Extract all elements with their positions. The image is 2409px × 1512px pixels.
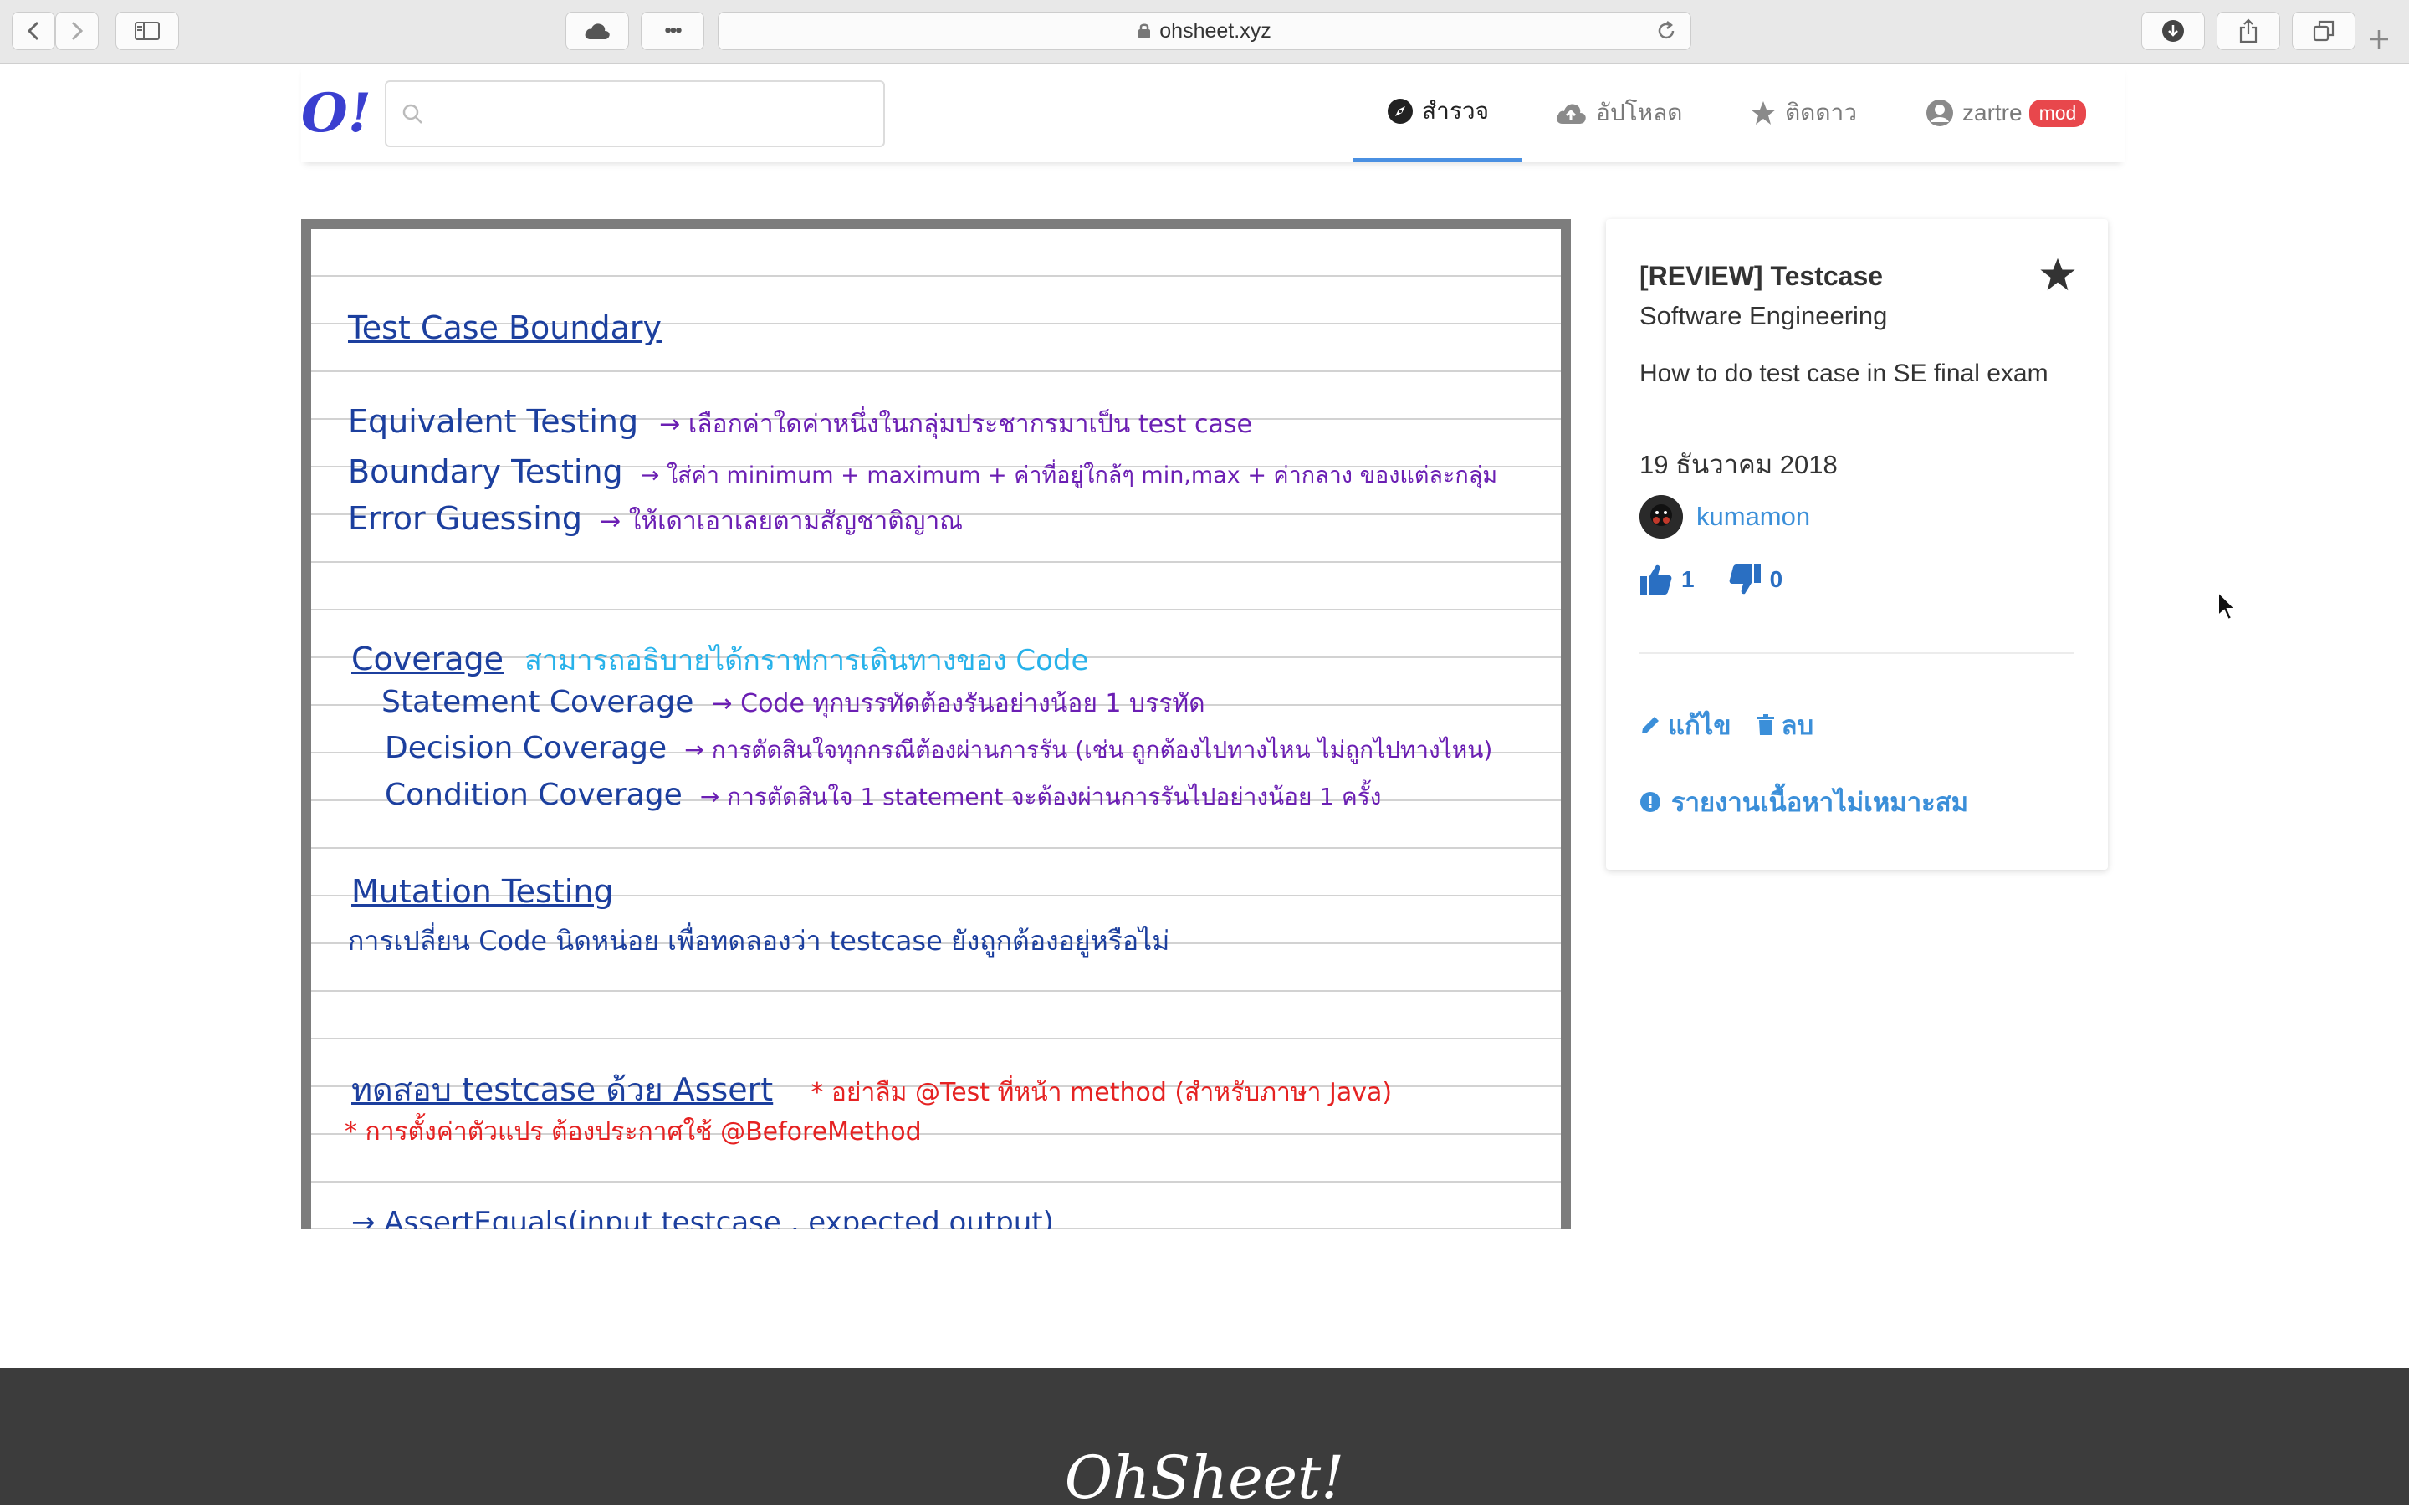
star-icon [1751,101,1776,125]
user-circle-icon [1926,100,1953,126]
thumbs-up-icon[interactable] [1639,564,1673,595]
download-icon [2162,20,2184,42]
note-heading: ทดสอบ testcase ด้วย Assert [351,1071,774,1108]
divider [1639,652,2074,654]
pencil-icon [1642,717,1659,733]
share-button[interactable] [2217,12,2280,50]
sheet-title: [REVIEW] Testcase [1639,261,1884,291]
trash-icon [1757,714,1774,735]
site-logo[interactable]: O! [301,82,371,145]
note-term: Statement Coverage [381,685,694,719]
note-heading: Coverage [351,641,504,677]
cloud-upload-icon [1556,104,1586,124]
nav-explore[interactable]: สำรวจ [1353,64,1522,162]
report-button[interactable]: รายงานเนื้อหาไม่เหมาะสม [1639,781,1968,823]
site-footer: OhSheet! [0,1368,2409,1512]
user-name: zartre [1962,100,2023,125]
note-line: Equivalent Testing → เลือกค่าใดค่าหนึ่งใ… [348,403,1252,444]
note-term: Condition Coverage [385,778,683,812]
nav-explore-label: สำรวจ [1422,97,1489,124]
address-bar[interactable]: ohsheet.xyz [718,12,1691,50]
mod-badge: mod [2028,99,2087,127]
chevron-left-icon [27,21,39,41]
compass-icon [1388,98,1413,124]
author-name[interactable]: kumamon [1696,502,1810,532]
note-definition: → เลือกค่าใดค่าหนึ่งในกลุ่มประชากรมาเป็น… [659,410,1252,439]
note-line: Error Guessing → ให้เดาเอาเลยตามสัญชาติญ… [348,500,963,541]
cloud-icon [585,23,610,39]
note-line: Boundary Testing → ใส่ค่า minimum + maxi… [348,453,1497,493]
edit-button[interactable]: แก้ไข [1668,704,1731,746]
icloud-tabs-button[interactable] [565,12,629,50]
note-heading: Test Case Boundary [348,309,662,346]
dislike-count: 0 [1769,566,1783,592]
nav-starred[interactable]: ติดดาว [1750,64,1857,162]
reload-icon[interactable] [1655,20,1677,42]
sidebar-icon [135,22,160,40]
plus-icon [2370,30,2388,49]
note-remark: * อย่าลืม @Test ที่หน้า method (สำหรับภา… [811,1078,1393,1107]
alert-circle-icon [1640,792,1660,812]
note-definition: → Code ทุกบรรทัดต้องรันอย่างน้อย 1 บรรทั… [711,689,1205,718]
note-line: การเปลี่ยน Code นิดหน่อย เพื่อทดลองว่า t… [348,925,1170,957]
note-term: Error Guessing [348,500,582,537]
more-button[interactable]: ••• [641,12,704,50]
owner-actions: แก้ไข ลบ [1639,704,1839,746]
vote-bar: 1 0 [1639,564,1816,595]
chevron-right-icon [71,21,84,41]
note-heading: Mutation Testing [351,873,614,910]
delete-button[interactable]: ลบ [1782,704,1814,746]
tab-overview-button[interactable] [2292,12,2355,50]
sheet-description: How to do test case in SE final exam [1639,360,2048,387]
forward-button[interactable] [55,12,99,50]
like-count: 1 [1681,566,1695,592]
more-dots-icon: ••• [664,19,682,42]
note-term: Equivalent Testing [348,403,639,440]
author-link[interactable]: kumamon [1639,495,1810,539]
nav-user-profile[interactable]: zartre mod [1926,64,2087,162]
new-tab-button[interactable] [2367,23,2391,57]
url-text: ohsheet.xyz [1159,18,1271,43]
nav-upload-label: อัปโหลด [1596,100,1683,125]
note-definition: → การตัดสินใจทุกกรณีต้องผ่านการรัน (เช่น… [684,736,1493,764]
note-line: ทดสอบ testcase ด้วย Assert * อย่าลืม @Te… [351,1064,1392,1115]
mouse-cursor-icon [2217,590,2238,621]
nav-upload[interactable]: อัปโหลด [1554,64,1682,162]
nav-starred-label: ติดดาว [1785,100,1857,125]
site-header: O! สำรวจ อัปโหลด ติดดาว zartre mod [301,64,2125,162]
star-icon[interactable] [2039,256,2076,293]
search-input[interactable] [433,100,883,128]
browser-toolbar: ••• ohsheet.xyz [0,0,2409,64]
note-term: Decision Coverage [385,731,667,765]
note-definition: → ให้เดาเอาเลยตามสัญชาติญาณ [600,507,963,536]
sheet-date: 19 ธันวาคม 2018 [1639,450,1838,479]
search-icon [402,104,422,124]
note-line: Decision Coverage → การตัดสินใจทุกกรณีต้… [385,731,1492,769]
note-remark: * การตั้งค่าตัวแปร ต้องประกาศใช้ @Before… [345,1117,922,1147]
tabs-icon [2313,20,2335,42]
search-box[interactable] [385,80,885,147]
lock-icon [1138,23,1151,38]
thumbs-down-icon[interactable] [1728,564,1762,595]
note-definition: → ใส่ค่า minimum + maximum + ค่าที่อยู่ใ… [640,462,1498,488]
note-sheet-image[interactable]: Test Case Boundary Equivalent Testing → … [301,219,1571,1229]
note-term: Boundary Testing [348,453,623,490]
note-definition: สามารถอธิบายได้กราฟการเดินทางของ Code [524,644,1089,677]
note-definition: → การตัดสินใจ 1 statement จะต้องผ่านการร… [699,783,1382,810]
avatar-icon [1639,495,1683,539]
note-line: Condition Coverage → การตัดสินใจ 1 state… [385,778,1381,815]
back-button[interactable] [12,12,55,50]
avatar [1639,495,1683,539]
note-line: → AssertEquals(input testcase , expected… [351,1206,1054,1229]
sheet-subject: Software Engineering [1639,301,1888,330]
note-line: Coverage สามารถอธิบายได้กราฟการเดินทางขอ… [351,637,1088,682]
note-line: Statement Coverage → Code ทุกบรรทัดต้องร… [381,684,1205,723]
sidebar-toggle-button[interactable] [115,12,179,50]
share-icon [2239,18,2258,43]
sheet-info-card: [REVIEW] Testcase Software Engineering H… [1606,219,2108,870]
downloads-button[interactable] [2141,12,2205,50]
report-label: รายงานเนื้อหาไม่เหมาะสม [1671,788,1969,817]
footer-logo: OhSheet! [1064,1443,1345,1512]
